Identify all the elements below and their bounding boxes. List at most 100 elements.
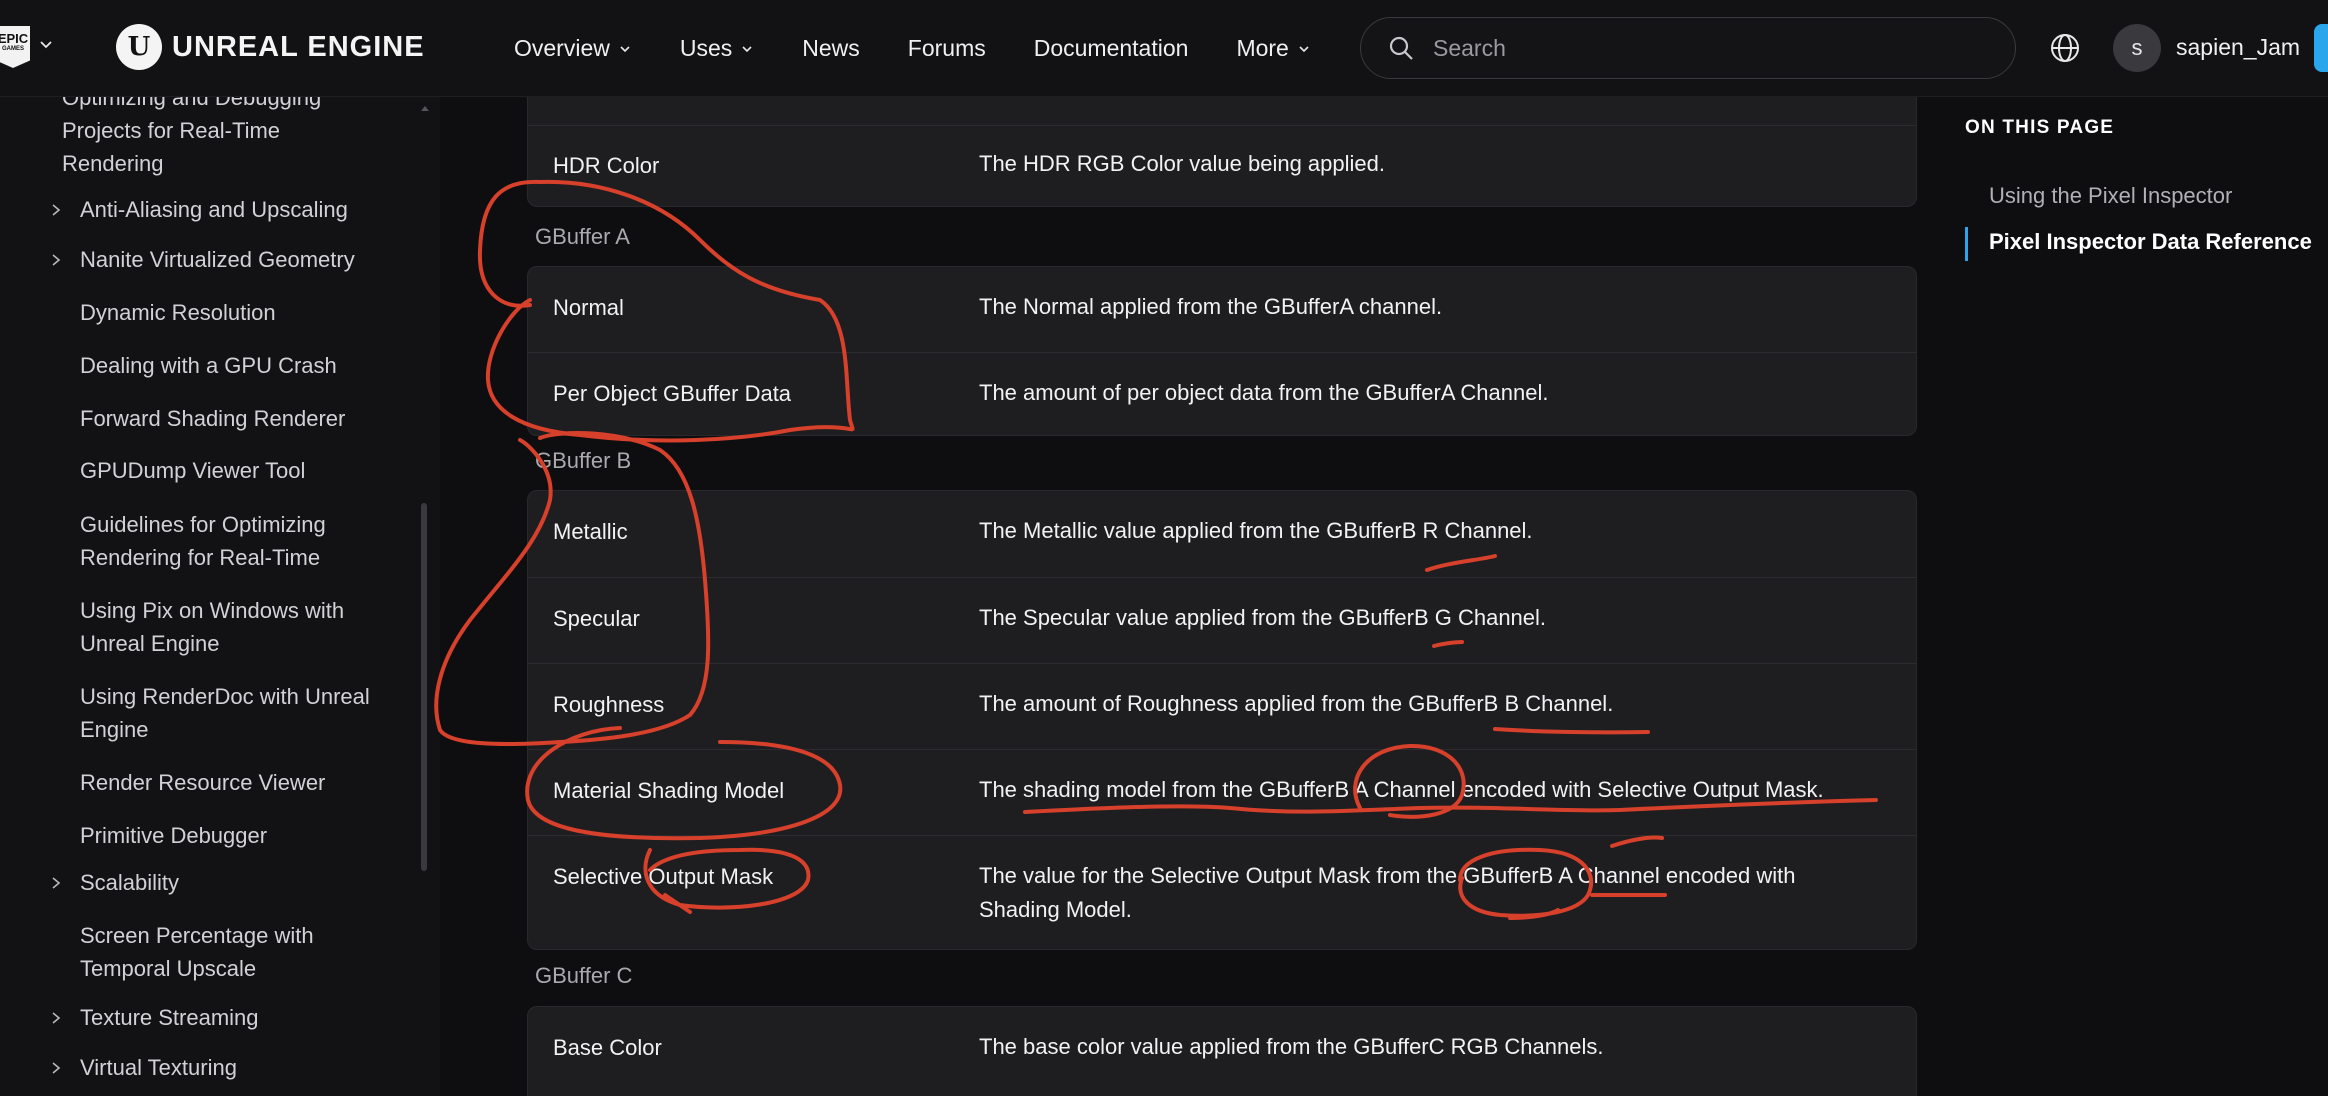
- property-name: Normal: [553, 295, 624, 320]
- chevron-right-icon[interactable]: [50, 1061, 62, 1075]
- sidebar-item-label: Anti-Aliasing and Upscaling: [80, 197, 348, 222]
- nav-documentation-label: Documentation: [1033, 35, 1189, 61]
- property-name: Selective Output Mask: [553, 864, 774, 889]
- chevron-right-icon[interactable]: [50, 203, 62, 217]
- property-name: Roughness: [553, 692, 665, 717]
- table-row: Per Object GBuffer Data The amount of pe…: [528, 352, 1916, 435]
- sidebar-item-label: Dealing with a GPU Crash: [80, 353, 337, 378]
- main-nav: Overview Uses News Forums Documentation …: [514, 0, 1359, 97]
- sidebar-item-label: Optimizing and Debugging Projects for Re…: [62, 97, 322, 176]
- sidebar-item-label: Nanite Virtualized Geometry: [80, 247, 355, 272]
- avatar[interactable]: s: [2113, 24, 2161, 72]
- scroll-up-icon[interactable]: [420, 103, 430, 113]
- property-description: The HDR RGB Color value being applied.: [979, 151, 1385, 176]
- reference-table: HDR Color The HDR RGB Color value being …: [527, 97, 1917, 207]
- property-name: HDR Color: [553, 153, 660, 178]
- search-box[interactable]: [1360, 17, 2016, 79]
- sidebar-item-guidelines[interactable]: Guidelines for Optimizing Rendering for …: [80, 508, 380, 574]
- table-row: Metallic The Metallic value applied from…: [528, 491, 1916, 577]
- table-row: Roughness The amount of Roughness applie…: [528, 663, 1916, 749]
- nav-more[interactable]: More: [1236, 35, 1310, 62]
- sidebar-item-label: Texture Streaming: [80, 1005, 259, 1030]
- chevron-right-icon[interactable]: [50, 253, 62, 267]
- chevron-down-icon: [742, 45, 752, 52]
- nav-forums-label: Forums: [907, 35, 986, 61]
- sidebar-item-render-resource-viewer[interactable]: Render Resource Viewer: [80, 766, 325, 799]
- sidebar-item-nanite[interactable]: Nanite Virtualized Geometry: [80, 243, 355, 276]
- toc-link-using-pixel-inspector[interactable]: Using the Pixel Inspector: [1989, 183, 2232, 209]
- sidebar-item-screen-percentage[interactable]: Screen Percentage with Temporal Upscale: [80, 919, 380, 985]
- nav-documentation[interactable]: Documentation: [1034, 35, 1189, 62]
- chevron-down-icon: [1299, 45, 1309, 52]
- sidebar-item-pix[interactable]: Using Pix on Windows with Unreal Engine: [80, 594, 380, 660]
- sidebar-item-label: Dynamic Resolution: [80, 300, 276, 325]
- sidebar-item-label: Render Resource Viewer: [80, 770, 326, 795]
- nav-overview[interactable]: Overview: [514, 35, 632, 62]
- chevron-down-icon: [620, 45, 630, 52]
- gbuffer-c-table: Base Color The base color value applied …: [527, 1006, 1917, 1096]
- sidebar-item-forward-shading[interactable]: Forward Shading Renderer: [80, 402, 345, 435]
- sidebar-item-label: Guidelines for Optimizing Rendering for …: [80, 512, 326, 570]
- gbuffer-c-label: GBuffer C: [535, 963, 633, 988]
- property-name: Per Object GBuffer Data: [553, 381, 792, 406]
- download-button[interactable]: [2314, 24, 2328, 72]
- nav-more-label: More: [1236, 35, 1289, 61]
- epic-logo-text: EPIC: [0, 31, 29, 46]
- property-description: The amount of Roughness applied from the…: [979, 691, 1614, 716]
- sidebar-item-label: Forward Shading Renderer: [80, 406, 346, 431]
- chevron-right-icon[interactable]: [50, 876, 62, 890]
- sidebar-item-anti-aliasing[interactable]: Anti-Aliasing and Upscaling: [80, 193, 348, 226]
- search-input[interactable]: [1433, 34, 1993, 62]
- main-content: HDR Color The HDR RGB Color value being …: [440, 97, 1940, 1096]
- nav-forums[interactable]: Forums: [908, 35, 986, 62]
- chevron-right-icon[interactable]: [50, 1011, 62, 1025]
- table-row: HDR Color The HDR RGB Color value being …: [528, 125, 1916, 206]
- nav-news[interactable]: News: [802, 35, 860, 62]
- sidebar-item-scalability[interactable]: Scalability: [80, 866, 179, 899]
- table-row: Normal The Normal applied from the GBuff…: [528, 267, 1916, 352]
- gbuffer-b-table: Metallic The Metallic value applied from…: [527, 490, 1917, 950]
- sidebar-item-texture-streaming[interactable]: Texture Streaming: [80, 1001, 259, 1034]
- sidebar-item-gpu-crash[interactable]: Dealing with a GPU Crash: [80, 349, 337, 382]
- top-navigation: EPIC GAMES U UNREAL ENGINE Overview Uses…: [0, 0, 2328, 97]
- sidebar-item-label: Using Pix on Windows with Unreal Engine: [80, 598, 345, 656]
- property-description: The amount of per object data from the G…: [979, 380, 1549, 405]
- on-this-page-panel: ON THIS PAGE Using the Pixel Inspector P…: [1940, 97, 2328, 1096]
- globe-icon[interactable]: [2048, 31, 2082, 65]
- sidebar-item-gpudump[interactable]: GPUDump Viewer Tool: [80, 454, 305, 487]
- sidebar-item-dynamic-resolution[interactable]: Dynamic Resolution: [80, 296, 276, 329]
- username[interactable]: sapien_Jam: [2176, 34, 2300, 61]
- table-row: Selective Output Mask The value for the …: [528, 835, 1916, 949]
- property-name: Metallic: [553, 519, 628, 544]
- property-description: The base color value applied from the GB…: [979, 1034, 1604, 1059]
- brand-name: UNREAL ENGINE: [172, 30, 425, 63]
- property-description: The Specular value applied from the GBuf…: [979, 605, 1547, 630]
- table-row: Material Shading Model The shading model…: [528, 749, 1916, 835]
- unreal-logo-icon: U: [116, 24, 162, 70]
- sidebar-item-optimizing-debugging[interactable]: Optimizing and Debugging Projects for Re…: [62, 97, 362, 180]
- toc-link-data-reference[interactable]: Pixel Inspector Data Reference: [1989, 229, 2312, 255]
- sidebar-item-primitive-debugger[interactable]: Primitive Debugger: [80, 819, 267, 852]
- sidebar-item-renderdoc[interactable]: Using RenderDoc with Unreal Engine: [80, 680, 380, 746]
- active-indicator: [1965, 227, 1968, 261]
- unreal-engine-brand[interactable]: U UNREAL ENGINE: [116, 24, 425, 70]
- property-name: Material Shading Model: [553, 778, 785, 803]
- nav-news-label: News: [802, 35, 860, 61]
- search-icon: [1389, 36, 1413, 60]
- property-description: The shading model from the GBufferB A Ch…: [979, 777, 1824, 802]
- sidebar-item-label: Screen Percentage with Temporal Upscale: [80, 923, 314, 981]
- gbuffer-b-label: GBuffer B: [535, 448, 632, 473]
- sidebar-item-label: Virtual Texturing: [80, 1055, 237, 1080]
- chevron-down-icon[interactable]: [38, 36, 54, 52]
- property-description: The Metallic value applied from the GBuf…: [979, 518, 1533, 543]
- property-name: Specular: [553, 606, 640, 631]
- sidebar-item-virtual-texturing[interactable]: Virtual Texturing: [80, 1051, 237, 1084]
- on-this-page-title: ON THIS PAGE: [1965, 117, 2115, 138]
- docs-sidebar: Optimizing and Debugging Projects for Re…: [0, 97, 440, 1096]
- epic-logo-subtext: GAMES: [1, 46, 24, 52]
- nav-uses[interactable]: Uses: [680, 35, 754, 62]
- sidebar-scrollbar[interactable]: [421, 503, 427, 871]
- property-description: The Normal applied from the GBufferA cha…: [979, 294, 1443, 319]
- epic-games-logo[interactable]: EPIC GAMES: [0, 26, 30, 68]
- property-description: The value for the Selective Output Mask …: [979, 863, 1796, 922]
